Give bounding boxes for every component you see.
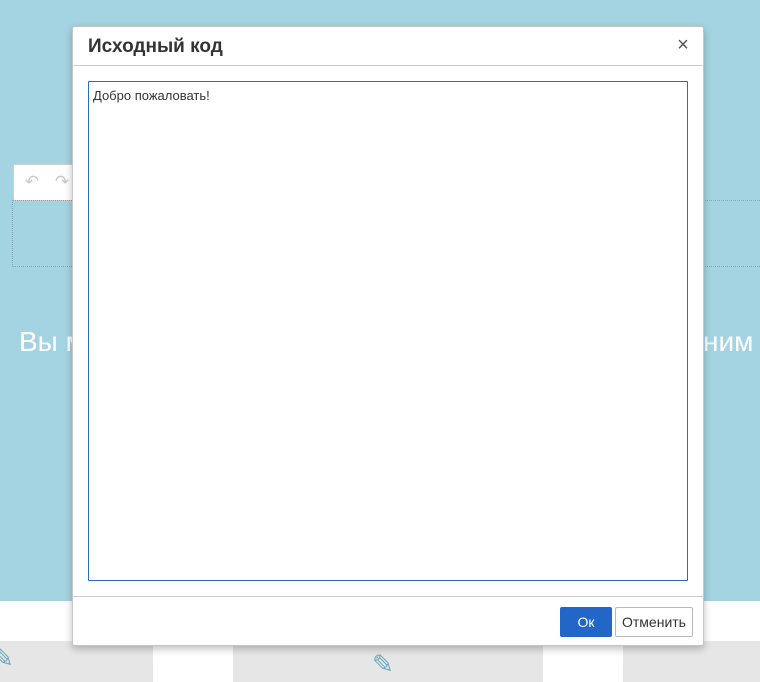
page: ↶ ↷ Вы м ним ✎ ✎ Исходный код × Добро по…: [0, 0, 760, 682]
edit-icon: ✎: [372, 649, 394, 679]
background-headline-right: ним: [703, 326, 754, 357]
dialog-footer: Ок Отменить: [73, 596, 703, 646]
source-code-textarea[interactable]: Добро пожаловать!: [88, 81, 688, 581]
ok-button[interactable]: Ок: [560, 607, 612, 637]
tile-gap: [153, 641, 233, 682]
close-icon[interactable]: ×: [673, 34, 693, 56]
source-code-dialog: Исходный код × Добро пожаловать! Ок Отме…: [72, 26, 704, 646]
edit-icon: ✎: [0, 643, 14, 673]
tile-gap: [543, 641, 623, 682]
undo-icon[interactable]: ↶: [22, 172, 42, 192]
editor-toolbar: ↶ ↷: [13, 164, 75, 201]
dialog-header: Исходный код ×: [73, 27, 703, 66]
background-tiles: ✎ ✎: [0, 641, 760, 682]
cancel-button[interactable]: Отменить: [615, 607, 693, 637]
redo-icon[interactable]: ↷: [52, 172, 72, 192]
dialog-title: Исходный код: [88, 36, 223, 57]
